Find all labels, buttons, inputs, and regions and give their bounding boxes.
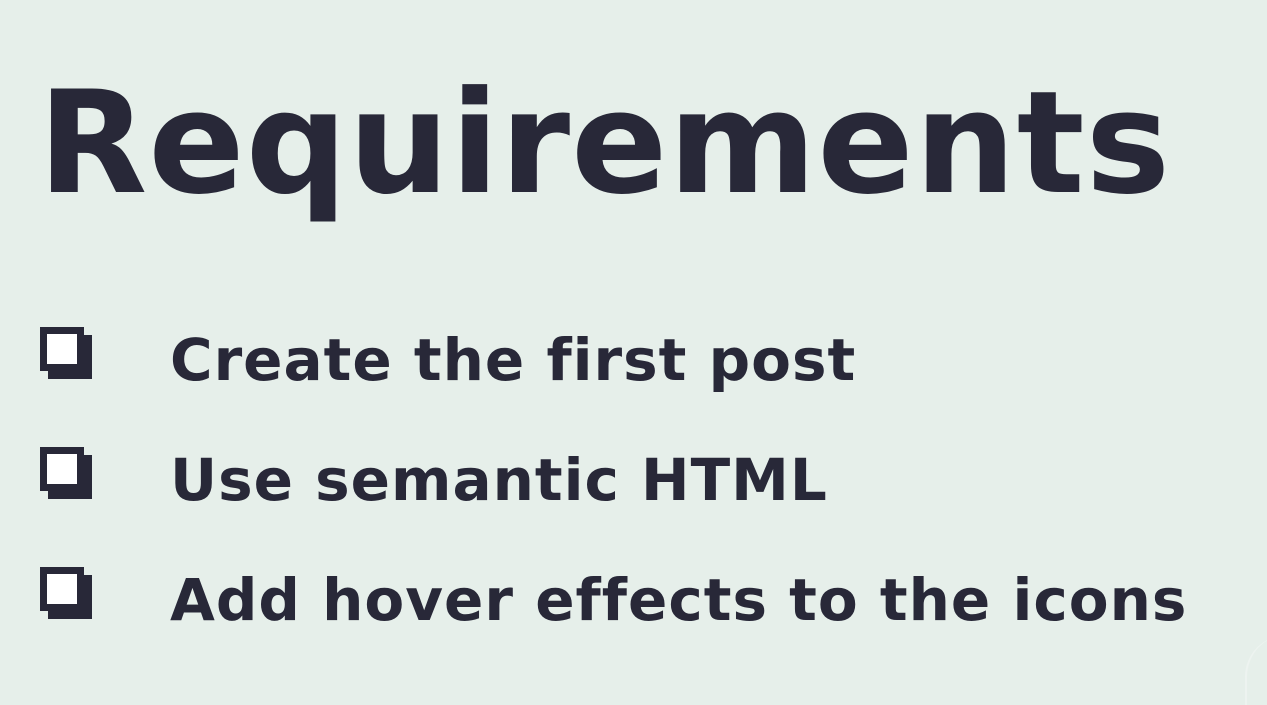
checkbox-icon[interactable] <box>40 567 92 619</box>
list-item: Add hover effects to the icons <box>40 540 1187 660</box>
list-item: Use semantic HTML <box>40 420 1187 540</box>
requirement-label: Use semantic HTML <box>170 446 828 514</box>
slide: Requirements Create the first post Use s… <box>0 0 1267 705</box>
requirements-list: Create the first post Use semantic HTML … <box>40 300 1187 660</box>
page-title: Requirements <box>38 61 1172 226</box>
checkbox-icon[interactable] <box>40 327 92 379</box>
corner-decoration <box>1245 635 1267 705</box>
requirement-label: Add hover effects to the icons <box>170 566 1188 634</box>
list-item: Create the first post <box>40 300 1187 420</box>
requirement-label: Create the first post <box>170 326 857 394</box>
checkbox-icon[interactable] <box>40 447 92 499</box>
